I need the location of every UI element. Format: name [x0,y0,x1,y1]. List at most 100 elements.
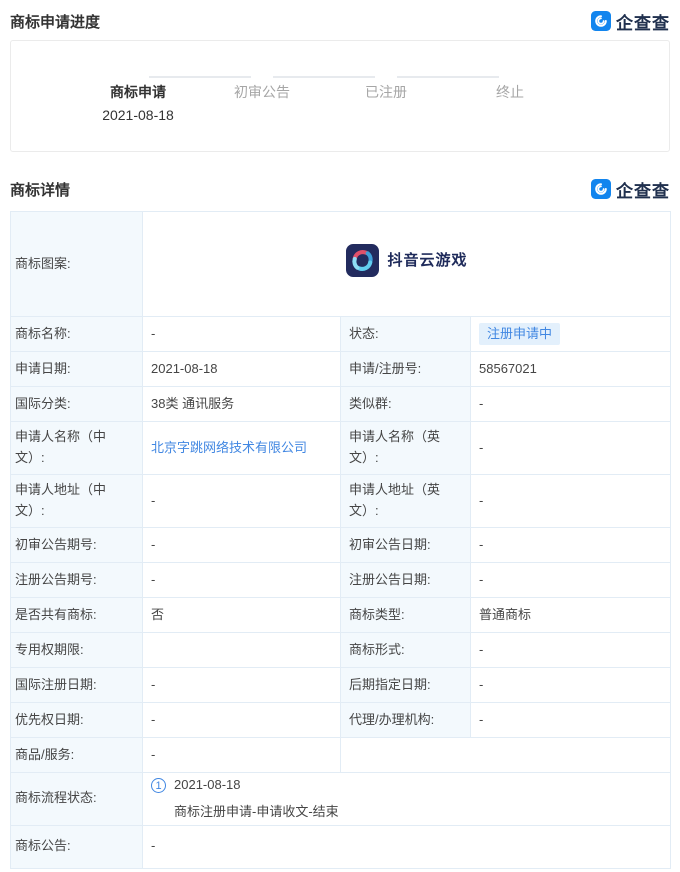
row-trademark-gazette: 商标公告: - [11,825,671,868]
row-term-form: 专用权期限: 商标形式: - [11,633,671,668]
row-applicant-address: 申请人地址（中文）: - 申请人地址（英文）: - [11,475,671,528]
field-label: 国际分类: [11,387,143,422]
trademark-image-cell: 抖音云游戏 [143,212,671,317]
field-value: - [471,563,671,598]
douyin-cloud-game-app-icon [346,244,379,277]
row-process-status: 商标流程状态: 1 2021-08-18 商标注册申请-申请收文-结束 [11,773,671,826]
qichacha-logo-text: 企查查 [616,177,670,202]
field-value: - [471,387,671,422]
field-label: 申请人地址（英文）: [341,475,471,528]
trademark-detail-section: 商标详情 企查查 商标图案: [0,176,680,869]
field-value: - [471,668,671,703]
field-label: 国际注册日期: [11,668,143,703]
field-label: 申请人名称（中文）: [11,422,143,475]
step-trademark-application: 商标申请 2021-08-18 [76,72,200,123]
row-reg-issue: 注册公告期号: - 注册公告日期: - [11,563,671,598]
trademark-logo-text: 抖音云游戏 [388,249,468,273]
field-value: 北京字跳网络技术有限公司 [143,422,341,475]
process-step-description: 商标注册申请-申请收文-结束 [174,802,662,823]
qichacha-icon [591,179,611,199]
field-label: 商标名称: [11,317,143,352]
row-class-group: 国际分类: 38类 通讯服务 类似群: - [11,387,671,422]
field-value: - [143,475,341,528]
field-value: - [471,703,671,738]
field-label: 状态: [341,317,471,352]
qichacha-logo-text: 企查查 [616,9,670,34]
field-value [143,633,341,668]
field-value: - [143,563,341,598]
field-value: 2021-08-18 [143,352,341,387]
field-label: 商标流程状态: [11,773,143,826]
field-label: 初审公告期号: [11,528,143,563]
detail-section-header: 商标详情 企查查 [10,176,670,202]
row-trademark-image: 商标图案: 抖音云游戏 [11,212,671,317]
row-goods-services: 商品/服务: - [11,738,671,773]
step-label: 商标申请 [76,82,200,102]
trademark-progress-stepper: 商标申请 2021-08-18 初审公告 已注册 终止 [11,41,669,123]
row-date-regno: 申请日期: 2021-08-18 申请/注册号: 58567021 [11,352,671,387]
process-step-date: 2021-08-18 [174,775,241,796]
step-label: 终止 [448,82,572,102]
field-label: 注册公告日期: [341,563,471,598]
row-priority-agency: 优先权日期: - 代理/办理机构: - [11,703,671,738]
step-preliminary-publication: 初审公告 [200,72,324,123]
step-date: 2021-08-18 [76,107,200,123]
qichacha-logo: 企查查 [591,177,670,202]
field-label: 专用权期限: [11,633,143,668]
progress-section-header: 商标申请进度 企查查 [10,8,670,34]
field-label: 商标形式: [341,633,471,668]
field-label: 初审公告日期: [341,528,471,563]
row-name-status: 商标名称: - 状态: 注册申请中 [11,317,671,352]
status-badge: 注册申请中 [479,323,560,346]
field-value: 普通商标 [471,598,671,633]
step-label: 已注册 [324,82,448,102]
field-value: 58567021 [471,352,671,387]
detail-section-title: 商标详情 [10,179,70,200]
row-intl-later: 国际注册日期: - 后期指定日期: - [11,668,671,703]
field-value: - [143,668,341,703]
field-value: - [143,825,671,868]
trademark-logo: 抖音云游戏 [346,244,468,277]
field-value: 否 [143,598,341,633]
field-label: 代理/办理机构: [341,703,471,738]
process-step-number-icon: 1 [151,778,166,793]
process-step-line: 1 2021-08-18 [151,775,662,796]
field-label: 后期指定日期: [341,668,471,703]
field-label: 是否共有商标: [11,598,143,633]
row-applicant-name: 申请人名称（中文）: 北京字跳网络技术有限公司 申请人名称（英文）: - [11,422,671,475]
qichacha-icon [591,11,611,31]
empty-cell [341,738,671,773]
field-value: - [143,317,341,352]
progress-card: 商标申请 2021-08-18 初审公告 已注册 终止 [10,40,670,152]
qichacha-logo: 企查查 [591,9,670,34]
field-value: - [471,422,671,475]
field-label: 商品/服务: [11,738,143,773]
field-label: 商标类型: [341,598,471,633]
trademark-progress-section: 商标申请进度 企查查 商标申请 2021-08-18 初审公告 [0,8,680,152]
step-terminated: 终止 [448,72,572,123]
field-value: - [143,528,341,563]
field-label: 注册公告期号: [11,563,143,598]
row-prelim-issue: 初审公告期号: - 初审公告日期: - [11,528,671,563]
field-label: 商标图案: [11,212,143,317]
field-value: 38类 通讯服务 [143,387,341,422]
field-label: 商标公告: [11,825,143,868]
field-value: 注册申请中 [471,317,671,352]
field-value: - [471,528,671,563]
row-shared-type: 是否共有商标: 否 商标类型: 普通商标 [11,598,671,633]
field-label: 申请/注册号: [341,352,471,387]
progress-section-title: 商标申请进度 [10,11,100,32]
field-value: - [143,738,341,773]
step-registered: 已注册 [324,72,448,123]
field-value: - [471,633,671,668]
field-label: 申请人名称（英文）: [341,422,471,475]
field-value: - [471,475,671,528]
process-status-cell: 1 2021-08-18 商标注册申请-申请收文-结束 [143,773,671,826]
field-value: - [143,703,341,738]
trademark-detail-table: 商标图案: 抖音云游戏 [10,211,671,869]
field-label: 优先权日期: [11,703,143,738]
field-label: 申请人地址（中文）: [11,475,143,528]
applicant-company-link[interactable]: 北京字跳网络技术有限公司 [151,440,307,455]
step-label: 初审公告 [200,82,324,102]
field-label: 类似群: [341,387,471,422]
